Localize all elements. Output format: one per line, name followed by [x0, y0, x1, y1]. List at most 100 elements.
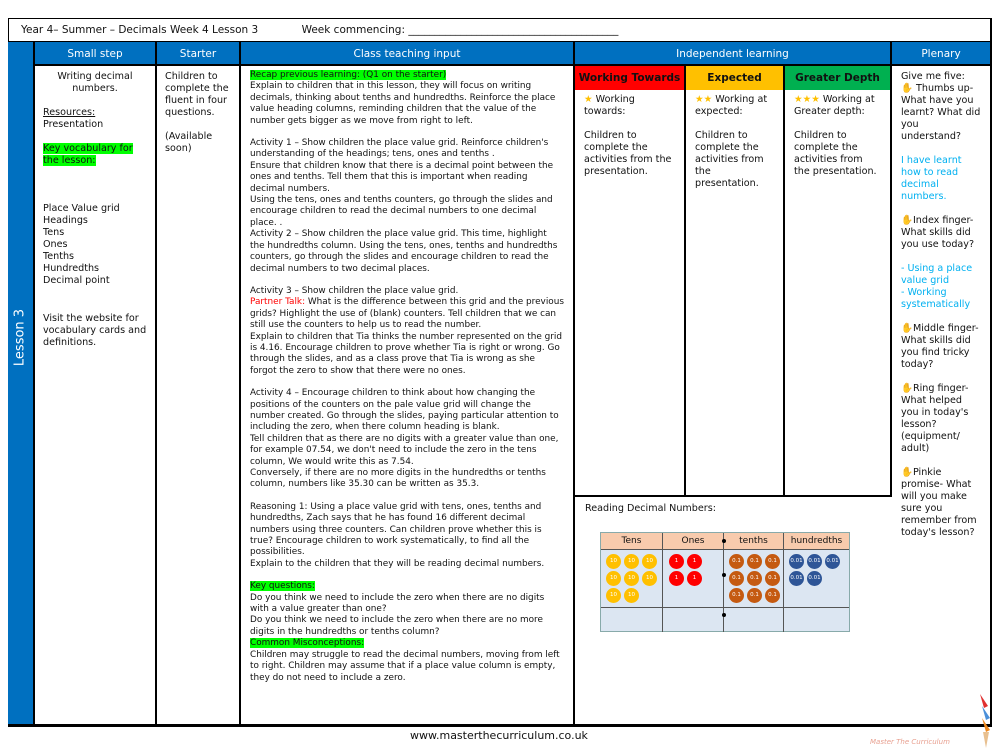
counter-tenths: 0.1: [765, 554, 780, 569]
level-body: Children to complete the activities from…: [695, 130, 764, 189]
level-working-towards: Working Towards: [575, 66, 686, 90]
star-icon: ★★: [695, 94, 713, 105]
counter-tenths: 0.1: [729, 588, 744, 603]
counter-hundredths: 0.01: [825, 554, 840, 569]
vocab-item: Hundredths: [43, 263, 100, 274]
counter-ones: 1: [669, 554, 684, 569]
counter-hundredths: 0.01: [807, 554, 822, 569]
header-independent: Independent learning: [575, 42, 892, 66]
small-step-cell: Writing decimal numbers. Resources: Pres…: [33, 66, 157, 726]
thumbs-up-answer: I have learnt how to read decimal number…: [901, 155, 962, 202]
counter-hundredths: 0.01: [807, 571, 822, 586]
activity-2: Activity 2 – Show children the place val…: [250, 229, 558, 274]
resources-value: Presentation: [43, 119, 104, 130]
counter-tens: 10: [606, 588, 621, 603]
hand-icon: ✋: [901, 215, 913, 226]
lesson-sidebar: Lesson 3: [8, 42, 33, 726]
key-questions-label: Key questions:: [250, 581, 315, 592]
vocab-item: Headings: [43, 215, 88, 226]
counter-tenths: 0.1: [747, 554, 762, 569]
misconceptions-text: Children may struggle to read the decima…: [250, 649, 560, 683]
teaching-paragraph: Conversely, if there are no more digits …: [250, 468, 546, 490]
plenary-cell: Give me five: ✋ Thumbs up- What have you…: [892, 66, 992, 726]
expected-cell: ★★ Working at expected: Children to comp…: [686, 90, 785, 496]
decimal-point-marker: [722, 573, 726, 577]
lesson-label: Lesson 3: [12, 308, 28, 367]
footer-logo-text: Master The Curriculum: [870, 738, 950, 746]
vocab-list: Place Value grid Headings Tens Ones Tent…: [43, 203, 147, 287]
teaching-paragraph: Using the tens, ones and tenths counters…: [250, 195, 553, 228]
starter-cell: Children to complete the fluent in four …: [157, 66, 241, 726]
teaching-paragraph: Explain to children that Tia thinks the …: [250, 331, 563, 376]
recap-label: Recap previous learning: (Q1 on the star…: [250, 70, 447, 80]
counter-tens: 10: [624, 571, 639, 586]
key-question: Do you think we need to include the zero…: [250, 615, 543, 637]
thumbs-up-prompt: Thumbs up- What have you learnt? What di…: [901, 83, 981, 142]
teaching-paragraph: Explain to the children that they will b…: [250, 558, 545, 569]
counter-ones: 1: [687, 554, 702, 569]
hand-icon: ✋: [901, 383, 913, 394]
teaching-paragraph: Explain to children that in this lesson,…: [250, 81, 556, 126]
counter-tens: 10: [624, 554, 639, 569]
counter-ones: 1: [687, 571, 702, 586]
counter-ones: 1: [669, 571, 684, 586]
counter-tens: 10: [606, 554, 621, 569]
vocab-item: Decimal point: [43, 275, 110, 286]
star-icon: ★: [584, 94, 593, 105]
grid-header-tens: Tens: [601, 533, 663, 550]
starter-text: Children to complete the fluent in four …: [165, 71, 229, 118]
hand-icon: ✋: [901, 83, 913, 94]
vocab-item: Place Value grid: [43, 203, 120, 214]
starter-availability: (Available soon): [165, 131, 213, 154]
level-body: Children to complete the activities from…: [794, 130, 877, 177]
index-finger-answer: - Using a place value grid - Working sys…: [901, 263, 973, 310]
vocab-item: Ones: [43, 239, 68, 250]
header-starter: Starter: [157, 42, 241, 66]
footer-url[interactable]: www.masterthecurriculum.co.uk: [410, 729, 588, 742]
vocab-label: Key vocabulary for the lesson:: [43, 143, 133, 166]
counter-tenths: 0.1: [747, 588, 762, 603]
grid-header-hundredths: hundredths: [784, 533, 849, 550]
vocab-item: Tens: [43, 227, 65, 238]
pinkie-prompt: Pinkie promise- What will you make sure …: [901, 467, 977, 538]
grid-header-tenths: tenths: [724, 533, 784, 550]
title-bar: Year 4– Summer – Decimals Week 4 Lesson …: [8, 18, 992, 42]
hand-icon: ✋: [901, 323, 913, 334]
key-question: Do you think we need to include the zero…: [250, 592, 545, 615]
middle-finger-prompt: Middle finger- What skills did you find …: [901, 323, 979, 370]
counter-tenths: 0.1: [729, 571, 744, 586]
counter-tenths: 0.1: [747, 571, 762, 586]
activity-1: Activity 1 – Show children the place val…: [250, 138, 549, 160]
header-small-step: Small step: [33, 42, 157, 66]
place-value-grid: Tens Ones tenths hundredths 10 10 10 10 10 10…: [600, 532, 850, 632]
level-expected: Expected: [686, 66, 785, 90]
hand-icon: ✋: [901, 467, 913, 478]
counter-tenths: 0.1: [765, 588, 780, 603]
plenary-intro: Give me five:: [901, 71, 965, 82]
working-towards-cell: ★ Working towards: Children to complete …: [575, 90, 686, 496]
partner-talk-label: Partner Talk:: [250, 297, 306, 308]
week-commencing: Week commencing: _______________________…: [301, 24, 619, 36]
teaching-paragraph: Ensure that children know that there is …: [250, 160, 554, 194]
counter-tens: 10: [606, 571, 621, 586]
counter-tens: 10: [642, 554, 657, 569]
grid-header-ones: Ones: [663, 533, 724, 550]
counter-hundredths: 0.01: [789, 571, 804, 586]
activity-3: Activity 3 – Show children the place val…: [250, 285, 459, 296]
partner-talk: Partner Talk: What is the difference bet…: [250, 297, 564, 331]
level-greater-depth: Greater Depth: [785, 66, 892, 90]
reasoning-1: Reasoning 1: Using a place value grid wi…: [250, 501, 542, 558]
header-plenary: Plenary: [892, 42, 992, 66]
greater-depth-cell: ★★★ Working at Greater depth: Children t…: [785, 90, 892, 496]
star-icon: ★★★: [794, 94, 820, 105]
decimal-point-marker: [722, 539, 726, 543]
activity-4: Activity 4 – Encourage children to think…: [250, 388, 559, 433]
document-title: Year 4– Summer – Decimals Week 4 Lesson …: [21, 24, 259, 36]
small-step-title: Writing decimal numbers.: [57, 71, 133, 94]
resources-label: Resources:: [43, 107, 96, 118]
teaching-paragraph: Tell children that as there are no digit…: [250, 433, 559, 467]
counter-tens: 10: [642, 571, 657, 586]
picture-caption: Reading Decimal Numbers:: [585, 503, 716, 514]
counter-hundredths: 0.01: [789, 554, 804, 569]
decimal-point-marker: [722, 613, 726, 617]
